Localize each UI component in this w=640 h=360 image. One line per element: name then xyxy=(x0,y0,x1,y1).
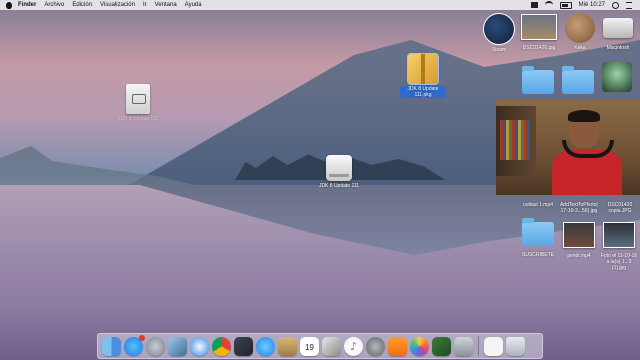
app-store-icon[interactable] xyxy=(124,334,145,356)
gpu-monitor-icon[interactable] xyxy=(234,336,253,356)
mounted-drive-icon xyxy=(326,155,352,181)
desktop-icon-dsc01426[interactable]: DSC01426.jpg xyxy=(518,14,560,51)
desktop-icon-label: Macintosh xyxy=(606,45,630,51)
messages-icon[interactable] xyxy=(256,336,275,356)
desktop-icon-addtext[interactable]: AddTextToPhoto( 17-10-2...56).jpg xyxy=(558,200,600,214)
desktop-icon-pendi[interactable]: pendi.mp4 xyxy=(561,222,597,259)
desktop-icon-label: Keka xyxy=(574,45,586,51)
presenter xyxy=(552,110,622,195)
dock-separator xyxy=(478,336,479,356)
desktop-icon-label: DSC01420 copia.JPG xyxy=(607,202,633,214)
desktop-folder-2[interactable] xyxy=(562,66,594,94)
keka-icon xyxy=(565,13,595,43)
menu-item-ir[interactable]: Ir xyxy=(143,2,147,8)
desktop-icon-label: JDK 8 Update 111 xyxy=(118,116,159,122)
desktop-icon-label: Steam xyxy=(491,47,507,53)
package-icon xyxy=(407,53,439,85)
desktop-icon-foto[interactable]: Foto el 11-10-16 a la(s) 1...9 (1).jpg xyxy=(600,222,638,271)
launchpad-icon[interactable] xyxy=(146,336,165,356)
desktop-icon-label: outlast 1.mp4 xyxy=(522,202,554,208)
desktop-icon-label: JDK 8 Update 111.pkg xyxy=(400,86,446,98)
system-preferences-icon[interactable] xyxy=(366,336,385,356)
menu-item-edicion[interactable]: Edición xyxy=(72,2,92,8)
menu-item-ventana[interactable]: Ventana xyxy=(155,2,177,8)
installer-icon[interactable] xyxy=(454,336,473,356)
music-glyph: ♪ xyxy=(349,339,358,353)
wifi-icon[interactable] xyxy=(544,1,553,9)
menu-item-archivo[interactable]: Archivo xyxy=(44,2,64,8)
desktop-icon-label: SUSCRIBETE xyxy=(522,252,554,258)
desktop-icon-label: pendi.mp4 xyxy=(567,253,591,259)
menu-item-ayuda[interactable]: Ayuda xyxy=(185,2,202,8)
battery-icon[interactable] xyxy=(559,1,572,9)
video-thumbnail xyxy=(563,222,595,248)
steam-icon xyxy=(483,13,515,45)
desktop-icon-label: AddTextToPhoto( 17-10-2...56).jpg xyxy=(559,202,599,214)
spotlight-icon[interactable] xyxy=(612,1,619,9)
presenter-hair xyxy=(568,110,600,122)
photo-thumbnail xyxy=(603,222,635,248)
music-icon[interactable]: ♪ xyxy=(344,336,363,356)
desktop-icon-jdk-volume[interactable]: JDK 8 Update 111 xyxy=(314,155,364,189)
folder-icon xyxy=(522,218,554,246)
desktop-icon-jdk-dmg[interactable]: JDK 8 Update 111 xyxy=(118,84,158,122)
notes-icon[interactable] xyxy=(278,336,297,356)
books xyxy=(500,120,530,160)
desktop-icon-label: DSC01426.jpg xyxy=(522,45,556,51)
folder-icon xyxy=(522,66,554,94)
desktop-icon-game[interactable] xyxy=(602,62,632,92)
menu-bar: Finder Archivo Edición Visualización Ir … xyxy=(0,0,640,10)
calendar-day: 19 xyxy=(305,342,314,352)
dock: 19 ♪ xyxy=(97,333,543,359)
desktop-icon-label: Foto el 11-10-16 a la(s) 1...9 (1).jpg xyxy=(600,253,638,271)
photos-icon[interactable] xyxy=(410,336,429,356)
camtasia-icon[interactable] xyxy=(432,336,451,356)
desktop-icon-label: JDK 8 Update 111 xyxy=(318,183,360,189)
folder-icon xyxy=(562,66,594,94)
desktop-icon-macintosh[interactable]: Macintosh xyxy=(599,18,637,51)
apple-menu-icon[interactable] xyxy=(6,1,12,9)
ibooks-icon[interactable] xyxy=(388,336,407,356)
camera-status-icon[interactable] xyxy=(530,2,538,8)
desktop-icon-jdk-pkg[interactable]: JDK 8 Update 111.pkg xyxy=(400,53,446,98)
menu-item-visualizacion[interactable]: Visualización xyxy=(100,2,135,8)
desktop-icon-steam[interactable]: Steam xyxy=(481,13,517,53)
menu-clock[interactable]: Mié 10:27 xyxy=(579,2,605,8)
photo-thumbnail xyxy=(521,14,557,40)
desktop-icon-suscribete[interactable]: SUSCRIBETE xyxy=(518,218,558,258)
trash-icon[interactable] xyxy=(506,336,525,356)
desktop-icon-outlast[interactable]: outlast 1.mp4 xyxy=(518,200,558,208)
hard-drive-icon xyxy=(603,18,633,38)
disk-image-icon xyxy=(126,84,151,114)
desktop-folder-1[interactable] xyxy=(522,66,554,94)
desktop-icon-dsc01420[interactable]: DSC01420 copia.JPG xyxy=(602,200,638,214)
notification-badge xyxy=(139,334,145,341)
game-app-icon xyxy=(602,62,632,92)
calendar-icon[interactable]: 19 xyxy=(300,336,319,356)
desktop-icon-keka[interactable]: Keka xyxy=(562,13,598,51)
chrome-icon[interactable] xyxy=(212,336,231,356)
photo-booth-icon[interactable] xyxy=(322,336,341,356)
webcam-overlay xyxy=(496,100,640,195)
notification-center-icon[interactable] xyxy=(626,1,632,9)
preview-icon[interactable] xyxy=(168,336,187,356)
finder-icon[interactable] xyxy=(102,336,121,356)
status-area: Mié 10:27 xyxy=(530,0,632,10)
menu-app-name[interactable]: Finder xyxy=(18,2,36,8)
document-stack-icon[interactable] xyxy=(484,336,503,356)
safari-icon[interactable] xyxy=(190,336,209,356)
